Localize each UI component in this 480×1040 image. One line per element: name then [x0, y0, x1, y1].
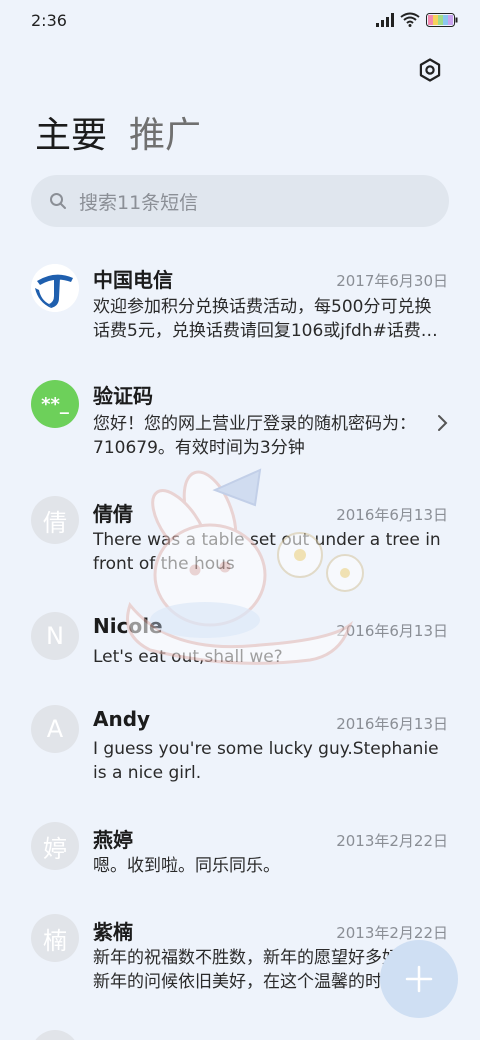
avatar	[31, 1030, 79, 1040]
avatar-text: 倩	[43, 508, 67, 537]
message-date: 2013年2月22日	[336, 924, 448, 942]
message-preview: 欢迎参加积分兑换话费活动，每500分可兑换话费5元，兑换话费请回复106或jfd…	[93, 297, 438, 341]
sender-name: 燕婷	[93, 828, 133, 852]
message-item[interactable]	[0, 1030, 480, 1040]
sender-name: 紫楠	[93, 920, 133, 944]
sender-name: Nicole	[93, 614, 163, 638]
message-date: 2016年6月13日	[336, 622, 448, 640]
message-item[interactable]: **_ 验证码 您好！您的网上营业厅登录的随机密码为：710679。有效时间为3…	[0, 380, 480, 470]
avatar-text: A	[46, 715, 64, 743]
message-list: 中国电信 2017年6月30日 欢迎参加积分兑换话费活动，每500分可兑换话费5…	[0, 0, 480, 1040]
avatar: N	[31, 612, 79, 660]
avatar: 婷	[31, 822, 79, 870]
message-item[interactable]: 中国电信 2017年6月30日 欢迎参加积分兑换话费活动，每500分可兑换话费5…	[0, 260, 480, 360]
sender-name: 验证码	[93, 384, 153, 408]
avatar-text: **_	[41, 393, 69, 415]
message-preview: I guess you're some lucky guy.Stephanie …	[93, 739, 439, 783]
message-item[interactable]: 倩 倩倩 2016年6月13日 There was a table set ou…	[0, 496, 480, 586]
message-preview: 您好！您的网上营业厅登录的随机密码为：710679。有效时间为3分钟	[93, 414, 416, 458]
message-preview: 嗯。收到啦。同乐同乐。	[93, 856, 280, 876]
sender-name: 中国电信	[93, 268, 173, 292]
message-preview: Let's eat out,shall we?	[93, 647, 283, 667]
avatar: 倩	[31, 496, 79, 544]
message-item[interactable]: 婷 燕婷 2013年2月22日 嗯。收到啦。同乐同乐。	[0, 822, 480, 892]
sender-name: Andy	[93, 707, 151, 731]
china-telecom-logo-icon	[31, 264, 79, 312]
new-message-button[interactable]	[380, 940, 458, 1018]
message-date: 2017年6月30日	[336, 272, 448, 290]
avatar-text: 婷	[43, 834, 67, 863]
avatar-text: N	[46, 622, 64, 650]
message-item[interactable]: A Andy 2016年6月13日 I guess you're some lu…	[0, 705, 480, 795]
avatar-text: 楠	[43, 926, 67, 955]
avatar	[31, 264, 79, 312]
sender-name: 倩倩	[93, 502, 133, 526]
avatar: 楠	[31, 914, 79, 962]
message-item[interactable]: N Nicole 2016年6月13日 Let's eat out,shall …	[0, 612, 480, 682]
message-date: 2016年6月13日	[336, 715, 448, 733]
chevron-right-icon	[438, 415, 448, 431]
message-preview: There was a table set out under a tree i…	[93, 530, 441, 574]
message-date: 2016年6月13日	[336, 506, 448, 524]
avatar: A	[31, 705, 79, 753]
plus-icon	[405, 965, 433, 993]
message-date: 2013年2月22日	[336, 832, 448, 850]
avatar: **_	[31, 380, 79, 428]
